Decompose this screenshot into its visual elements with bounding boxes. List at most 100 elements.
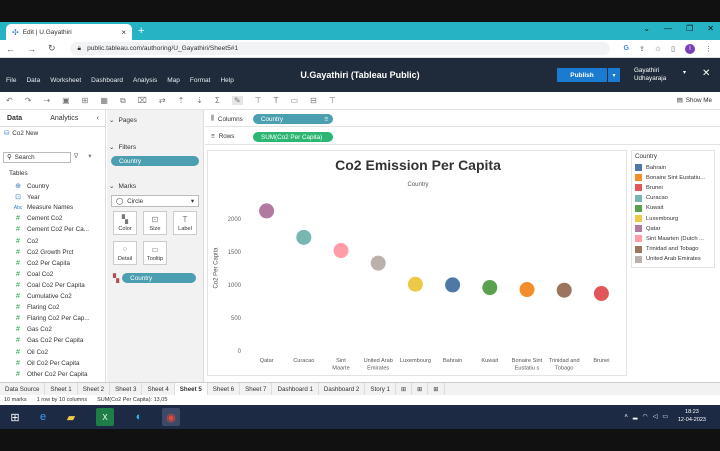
clear-sheet-icon[interactable]: ⌧ [138,96,147,105]
filter-fields-icon[interactable]: ∇ [74,153,78,160]
legend-item[interactable]: Kuwait [635,204,715,212]
filter-pill-country[interactable]: Country [111,156,199,166]
field-item[interactable]: # Cumulative Co2 [13,293,72,300]
field-options-icon[interactable]: ▾ [88,153,91,160]
datasource-item[interactable]: ⛁ Co2 New [4,130,38,137]
wifi-icon[interactable]: ◠ [642,413,647,420]
data-point[interactable] [296,229,312,245]
sheet-tab[interactable]: Sheet 4 [142,382,175,396]
field-item[interactable]: # Co2 Per Capita [13,260,70,267]
chevron-down-icon[interactable]: ⌄ [109,143,114,151]
menu-dashboard[interactable]: Dashboard [91,77,123,84]
tab-analytics[interactable]: Analytics [43,115,85,122]
new-worksheet-icon[interactable]: ⊞ [396,382,413,396]
new-tab-icon[interactable]: + [138,24,144,38]
legend-item[interactable]: United Arab Emirates [635,255,715,263]
marks-label-button[interactable]: T Label [173,211,197,235]
field-item[interactable]: # Co2 [13,238,39,245]
duplicate-sheet-icon[interactable]: ⧉ [120,96,126,106]
field-item[interactable]: # Oil Co2 Per Capita [13,360,79,367]
totals-icon[interactable]: Σ [215,96,220,105]
highlight-icon[interactable]: ✎ [231,96,243,105]
browser-tab[interactable]: ✣ Edit | U.Gayathiri × [6,24,132,40]
chrome-browser-icon[interactable]: ◉ [162,408,180,426]
star-icon[interactable]: ☆ [655,45,661,53]
sheet-tab[interactable]: Story 1 [365,382,396,396]
chevron-down-icon[interactable]: ⌄ [109,182,114,190]
user-name[interactable]: Gayathiri Udhayaraja [634,67,666,83]
redo-icon[interactable]: ↷ [25,96,32,105]
sheet-tab[interactable]: Dashboard 2 [319,382,366,396]
tray-chevron-icon[interactable]: ˄ [624,414,628,420]
save-icon[interactable]: ▣ [62,96,70,105]
battery-icon[interactable]: ▭ [662,413,668,420]
marks-pill-country[interactable]: Country [122,273,197,283]
close-editor-icon[interactable]: ✕ [702,68,710,79]
field-item[interactable]: # Gas Co2 Per Capita [13,337,83,344]
reload-icon[interactable]: ↻ [48,43,56,54]
new-worksheet-icon[interactable]: ▦ [100,96,108,105]
sheet-tab[interactable]: Sheet 7 [240,382,273,396]
chevron-down-icon[interactable]: ⌄ [109,116,114,124]
new-dashboard-icon[interactable]: ⊞ [412,382,429,396]
field-item[interactable]: # Cement Co2 Per Ca... [13,226,89,233]
collapse-pane-icon[interactable]: ‹ [90,115,106,122]
sidebar-icon[interactable]: ▯ [671,45,675,53]
field-item[interactable]: # Co2 Growth Prct [13,249,74,256]
edge-browser-icon[interactable]: ◐ [130,408,148,426]
tab-data[interactable]: Data [0,115,29,122]
publish-dropdown-icon[interactable]: ▾ [608,68,620,82]
sheet-tab[interactable]: Data Source [0,382,46,396]
group-icon[interactable]: ⊤ [255,96,262,105]
sheet-tab[interactable]: Sheet 5 [174,382,208,396]
menu-map[interactable]: Map [167,77,180,84]
chevron-down-icon[interactable]: ⌄ [643,24,650,33]
sort-desc-icon[interactable]: ⇣ [196,96,203,105]
data-point[interactable] [482,280,498,296]
marks-size-button[interactable]: ⊡ Size [143,211,167,235]
field-search-input[interactable]: ⚲ Search [3,152,71,163]
data-point[interactable] [407,276,423,292]
back-arrow-icon[interactable]: ← [6,44,15,54]
more-menu-icon[interactable]: ⋮ [705,45,712,53]
marks-detail-button[interactable]: ⁘ Detail [113,241,137,265]
volume-icon[interactable]: ◁ [653,413,658,420]
publish-button[interactable]: Publish [557,68,607,82]
sheet-tab[interactable]: Sheet 1 [45,382,78,396]
file-explorer-icon[interactable]: ▰ [62,408,80,426]
swap-icon[interactable]: ⇄ [159,96,166,105]
legend-item[interactable]: Brunei [635,184,715,192]
data-point[interactable] [333,243,349,259]
presentation-icon[interactable]: ⊤ [329,96,336,105]
labels-icon[interactable]: T [274,96,279,105]
menu-help[interactable]: Help [220,77,233,84]
menu-analysis[interactable]: Analysis [133,77,157,84]
field-item[interactable]: # Flaring Co2 [13,304,60,311]
data-point[interactable] [519,282,535,298]
menu-file[interactable]: File [6,77,16,84]
columns-pill-country[interactable]: Country ≡ [253,114,333,124]
fix-axes-icon[interactable]: ⊟ [310,96,317,105]
undo-icon[interactable]: ↶ [6,96,13,105]
fit-icon[interactable]: ▭ [291,96,299,105]
field-item[interactable]: # Coal Co2 [13,271,53,278]
sheet-tab[interactable]: Sheet 6 [208,382,241,396]
redo-dropdown-icon[interactable]: ⇢ [43,96,50,105]
field-item[interactable]: # Other Co2 Per Capita [13,371,88,378]
new-story-icon[interactable]: ⊞ [428,382,445,396]
data-point[interactable] [445,277,461,293]
system-clock[interactable]: 18:23 12-04-2023 [678,408,706,424]
sort-asc-icon[interactable]: ⇡ [178,96,185,105]
columns-shelf[interactable]: ⫼ Columns Country ≡ [205,112,720,127]
close-window-icon[interactable]: ✕ [707,24,714,33]
show-me-button[interactable]: ▤ Show Me [677,97,712,104]
new-datasource-icon[interactable]: ⊞ [82,96,89,105]
field-item[interactable]: Abc Measure Names [13,204,74,211]
field-item[interactable]: # Flaring Co2 Per Cap... [13,315,90,322]
legend-item[interactable]: Luxembourg [635,215,715,222]
legend-item[interactable]: Qatar [635,225,715,233]
data-point[interactable] [370,255,386,271]
user-menu-chevron-icon[interactable]: ▾ [683,69,686,76]
menu-data[interactable]: Data [26,77,40,84]
sheet-tab[interactable]: Sheet 3 [110,382,143,396]
